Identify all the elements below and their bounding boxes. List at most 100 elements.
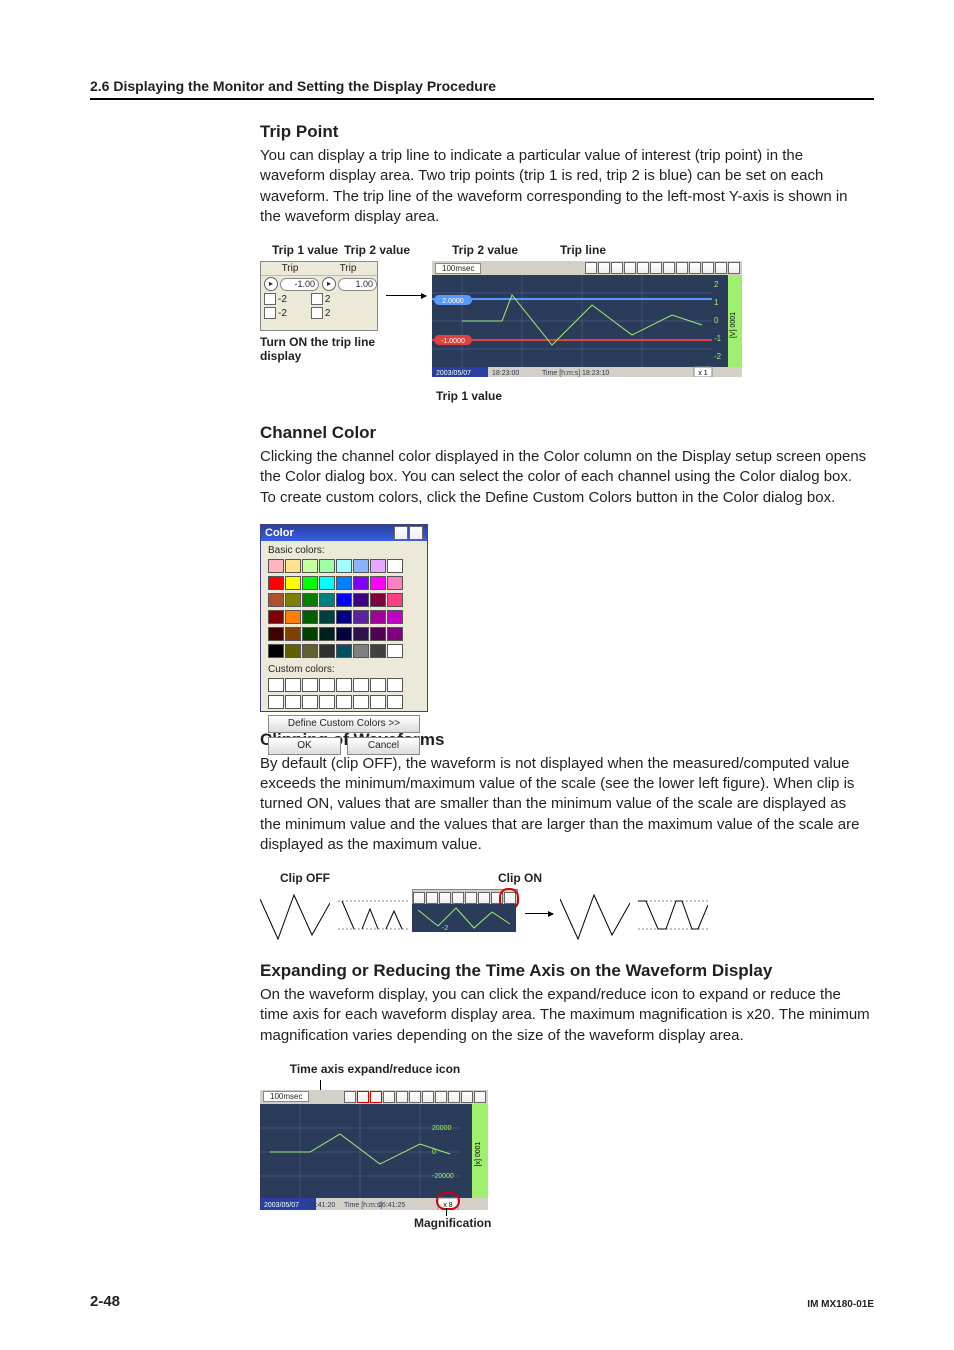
color-swatch[interactable]	[370, 644, 386, 658]
custom-swatch[interactable]	[319, 678, 335, 692]
color-swatch[interactable]	[285, 610, 301, 624]
color-swatch[interactable]	[268, 559, 284, 573]
custom-swatch[interactable]	[370, 678, 386, 692]
t-clip-icon[interactable]	[448, 1091, 460, 1103]
scale-icon[interactable]	[689, 262, 701, 274]
help-icon[interactable]	[394, 526, 408, 540]
color-swatch[interactable]	[285, 593, 301, 607]
close-icon[interactable]	[409, 526, 423, 540]
color-swatch[interactable]	[336, 644, 352, 658]
color-swatch[interactable]	[302, 644, 318, 658]
define-custom-button[interactable]: Define Custom Colors >>	[268, 715, 420, 733]
color-swatch[interactable]	[302, 610, 318, 624]
split-icon[interactable]	[650, 262, 662, 274]
color-swatch[interactable]	[302, 593, 318, 607]
tb-ic-6[interactable]	[478, 892, 490, 904]
t-ylabel-icon[interactable]	[461, 1091, 473, 1103]
color-swatch[interactable]	[268, 576, 284, 590]
color-swatch[interactable]	[353, 610, 369, 624]
t-scale-icon[interactable]	[435, 1091, 447, 1103]
t-overview-icon[interactable]	[474, 1091, 486, 1103]
custom-swatch[interactable]	[353, 678, 369, 692]
color-swatch[interactable]	[336, 593, 352, 607]
color-swatch[interactable]	[268, 610, 284, 624]
color-swatch[interactable]	[353, 576, 369, 590]
t-zoom-in-icon[interactable]	[357, 1091, 369, 1103]
color-swatch[interactable]	[370, 559, 386, 573]
custom-swatch[interactable]	[336, 678, 352, 692]
color-swatch[interactable]	[370, 593, 386, 607]
color-swatch[interactable]	[268, 627, 284, 641]
color-swatch[interactable]	[387, 644, 403, 658]
color-swatch[interactable]	[319, 610, 335, 624]
t-trip-icon[interactable]	[409, 1091, 421, 1103]
color-swatch[interactable]	[319, 593, 335, 607]
tb-ic-3[interactable]	[439, 892, 451, 904]
custom-swatch[interactable]	[370, 695, 386, 709]
trip2-value[interactable]: 1.00	[338, 278, 377, 291]
color-swatch[interactable]	[285, 559, 301, 573]
ok-button[interactable]: OK	[268, 737, 341, 755]
t-grid-icon[interactable]	[383, 1091, 395, 1103]
pause-icon[interactable]	[585, 262, 597, 274]
t-cursor-icon[interactable]	[422, 1091, 434, 1103]
color-swatch[interactable]	[268, 644, 284, 658]
tb-ic-2[interactable]	[426, 892, 438, 904]
color-swatch[interactable]	[336, 610, 352, 624]
custom-swatch[interactable]	[387, 678, 403, 692]
color-swatch[interactable]	[353, 644, 369, 658]
trip-icon[interactable]	[663, 262, 675, 274]
color-swatch[interactable]	[285, 627, 301, 641]
color-swatch[interactable]	[268, 593, 284, 607]
custom-swatch[interactable]	[302, 678, 318, 692]
t-split-icon[interactable]	[396, 1091, 408, 1103]
t-zoom-out-icon[interactable]	[370, 1091, 382, 1103]
color-swatch[interactable]	[387, 576, 403, 590]
color-swatch[interactable]	[370, 627, 386, 641]
tb-ic-1[interactable]	[413, 892, 425, 904]
custom-swatch[interactable]	[336, 695, 352, 709]
trip1-value[interactable]: -1.00	[280, 278, 319, 291]
color-swatch[interactable]	[387, 610, 403, 624]
trip2-check-b[interactable]	[311, 307, 323, 319]
color-swatch[interactable]	[353, 627, 369, 641]
zoom-out-icon[interactable]	[624, 262, 636, 274]
overview-icon[interactable]	[728, 262, 740, 274]
color-swatch[interactable]	[319, 644, 335, 658]
color-swatch[interactable]	[302, 576, 318, 590]
custom-swatch[interactable]	[302, 695, 318, 709]
color-swatch[interactable]	[387, 627, 403, 641]
color-swatch[interactable]	[353, 559, 369, 573]
trip1-check-b[interactable]	[264, 307, 276, 319]
color-swatch[interactable]	[285, 576, 301, 590]
custom-swatch[interactable]	[285, 678, 301, 692]
tb-ic-5[interactable]	[465, 892, 477, 904]
color-swatch[interactable]	[387, 559, 403, 573]
custom-swatch[interactable]	[268, 678, 284, 692]
clip-icon[interactable]	[702, 262, 714, 274]
cancel-button[interactable]: Cancel	[347, 737, 420, 755]
t-pause-icon[interactable]	[344, 1091, 356, 1103]
color-swatch[interactable]	[319, 627, 335, 641]
color-swatch[interactable]	[285, 644, 301, 658]
color-swatch[interactable]	[336, 576, 352, 590]
trip1-check-a[interactable]	[264, 293, 276, 305]
ylabel-icon[interactable]	[715, 262, 727, 274]
color-swatch[interactable]	[302, 559, 318, 573]
color-swatch[interactable]	[302, 627, 318, 641]
custom-swatch[interactable]	[268, 695, 284, 709]
color-swatch[interactable]	[336, 559, 352, 573]
grid-icon[interactable]	[637, 262, 649, 274]
trip2-toggle-icon[interactable]: ▸	[322, 277, 336, 291]
color-swatch[interactable]	[319, 576, 335, 590]
color-swatch[interactable]	[370, 610, 386, 624]
color-swatch[interactable]	[336, 627, 352, 641]
cursor-icon[interactable]	[676, 262, 688, 274]
color-swatch[interactable]	[370, 576, 386, 590]
custom-swatch[interactable]	[387, 695, 403, 709]
trip1-toggle-icon[interactable]: ▸	[264, 277, 278, 291]
color-swatch[interactable]	[319, 559, 335, 573]
tb-ic-4[interactable]	[452, 892, 464, 904]
color-swatch[interactable]	[353, 593, 369, 607]
color-swatch[interactable]	[387, 593, 403, 607]
